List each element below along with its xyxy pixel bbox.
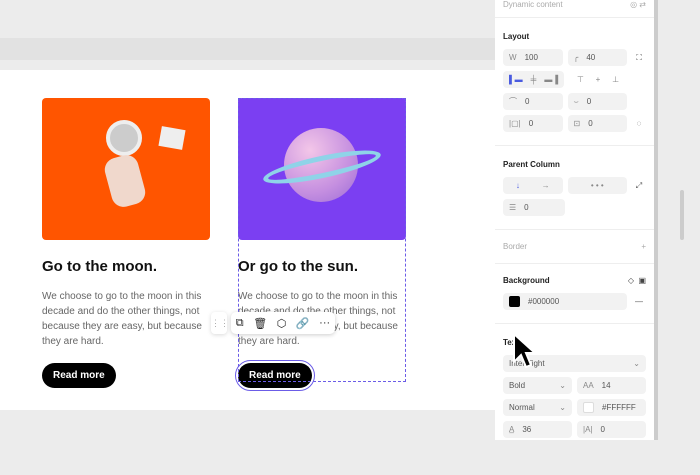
- gap-input[interactable]: ☰ 0: [503, 199, 565, 216]
- trash-icon[interactable]: 🗑: [253, 317, 267, 330]
- color-swatch[interactable]: [509, 296, 520, 307]
- padding-bottom-value: 0: [586, 97, 592, 106]
- padding-bottom-input[interactable]: ⌣ 0: [567, 93, 627, 110]
- padding-side-input[interactable]: |▢| 0: [503, 115, 563, 132]
- line-height-input[interactable]: A̲ 36: [503, 421, 572, 438]
- scrollbar[interactable]: [680, 190, 684, 240]
- align-left-icon[interactable]: ▌▬: [509, 75, 523, 84]
- background-section: Background ◇ ▣ #000000 —: [495, 264, 654, 324]
- background-color-value: #000000: [528, 297, 560, 306]
- card-moon[interactable]: Go to the moon. We choose to go to the m…: [42, 98, 210, 388]
- text-color-swatch[interactable]: [583, 402, 594, 413]
- border-section: Border +: [495, 230, 654, 264]
- font-size-label: AA: [583, 381, 594, 390]
- dynamic-content-label: Dynamic content: [503, 0, 563, 9]
- width-label: W: [509, 53, 517, 62]
- toggle-icon[interactable]: ◎: [630, 0, 637, 9]
- fill-drop-icon[interactable]: ◇: [628, 276, 634, 285]
- direction-down-icon[interactable]: ↓: [516, 181, 520, 190]
- font-style-select[interactable]: Normal ⌄: [503, 399, 572, 416]
- layout-title: Layout: [503, 32, 530, 41]
- v-align-group[interactable]: ⊤ + ⊥: [569, 71, 627, 88]
- h-align-group[interactable]: ▌▬ ╪ ▬▐: [503, 71, 565, 88]
- properties-panel: Dynamic content ◎ ⇄ Layout W 100 ╭ 40 ⛶ ▌▬ ╪ ▬…: [495, 0, 658, 440]
- align-right-icon[interactable]: ▬▐: [544, 75, 558, 84]
- read-more-button[interactable]: Read more: [42, 363, 116, 388]
- link-icon[interactable]: 🔗: [296, 317, 310, 330]
- gap-value: 0: [524, 203, 529, 212]
- canvas-topbar: [0, 38, 495, 60]
- selection-outline: [238, 98, 406, 382]
- parent-column-section: Parent Column ↓ → • • • ⤢ ☰ 0: [495, 146, 654, 230]
- font-weight-value: Bold: [509, 381, 526, 390]
- align-bottom-icon[interactable]: ⊥: [612, 75, 619, 84]
- font-style-value: Normal: [509, 403, 535, 412]
- align-center-icon[interactable]: ╪: [531, 75, 537, 84]
- align-top-icon[interactable]: ⊤: [577, 75, 584, 84]
- font-size-input[interactable]: AA 14: [577, 377, 646, 394]
- width-input[interactable]: W 100: [503, 49, 563, 66]
- direction-right-icon[interactable]: →: [542, 181, 550, 190]
- distribution-dots: • • •: [590, 181, 604, 190]
- element-toolbar: ⧉ 🗑 ⬡ 🔗 ···: [231, 312, 335, 334]
- width-value: 100: [524, 53, 538, 62]
- padding-top-input[interactable]: ⌒ 0: [503, 93, 563, 110]
- mouse-cursor-icon: [513, 332, 538, 369]
- line-height-value: 36: [522, 425, 532, 434]
- border-title: Border: [503, 242, 528, 251]
- font-size-value: 14: [601, 381, 611, 390]
- padding-vertical-input[interactable]: ⊡ 0: [567, 115, 627, 132]
- letter-spacing-value: 0: [600, 425, 605, 434]
- background-color-input[interactable]: #000000: [503, 293, 627, 310]
- padding-top-value: 0: [525, 97, 530, 106]
- padding-vertical-value: 0: [588, 119, 593, 128]
- distribution-select[interactable]: • • •: [567, 177, 627, 194]
- card-title: Go to the moon.: [42, 258, 157, 275]
- image-fill-icon[interactable]: ▣: [638, 276, 646, 285]
- font-weight-select[interactable]: Bold ⌄: [503, 377, 572, 394]
- letter-spacing-label: |A|: [583, 425, 593, 434]
- remove-background-icon[interactable]: —: [632, 297, 646, 306]
- radius-icon: ╭: [573, 53, 579, 62]
- component-icon[interactable]: ⬡: [277, 317, 287, 330]
- dynamic-content-row: Dynamic content ◎ ⇄: [495, 0, 654, 18]
- card-body: We choose to go to the moon in this deca…: [42, 291, 202, 347]
- align-middle-icon[interactable]: +: [596, 75, 601, 84]
- direction-group[interactable]: ↓ →: [503, 177, 563, 194]
- radius-input[interactable]: ╭ 40: [567, 49, 627, 66]
- drag-handle-icon[interactable]: ⋮⋮: [211, 312, 229, 334]
- padding-side-value: 0: [528, 119, 534, 128]
- parent-column-title: Parent Column: [503, 160, 560, 169]
- more-icon[interactable]: ···: [319, 317, 330, 329]
- add-border-icon[interactable]: +: [641, 242, 646, 251]
- expand-corners-icon[interactable]: ⛶: [632, 53, 646, 63]
- padding-expand-icon[interactable]: ◌: [632, 119, 646, 128]
- letter-spacing-input[interactable]: |A| 0: [577, 421, 646, 438]
- background-title: Background: [503, 276, 550, 285]
- astronaut-image: [42, 98, 210, 240]
- layout-section: Layout W 100 ╭ 40 ⛶ ▌▬ ╪ ▬▐ ⊤ + ⊥ ⌒ 0 ⌣ 0 |▢| 0 ⊡ 0 ◌: [495, 18, 654, 146]
- sync-icon[interactable]: ⇄: [639, 0, 646, 9]
- duplicate-icon[interactable]: ⧉: [236, 317, 244, 330]
- expand-icon[interactable]: ⤢: [632, 181, 646, 191]
- text-color-input[interactable]: #FFFFFF: [577, 399, 646, 416]
- radius-value: 40: [586, 53, 596, 62]
- text-color-value: #FFFFFF: [602, 403, 636, 412]
